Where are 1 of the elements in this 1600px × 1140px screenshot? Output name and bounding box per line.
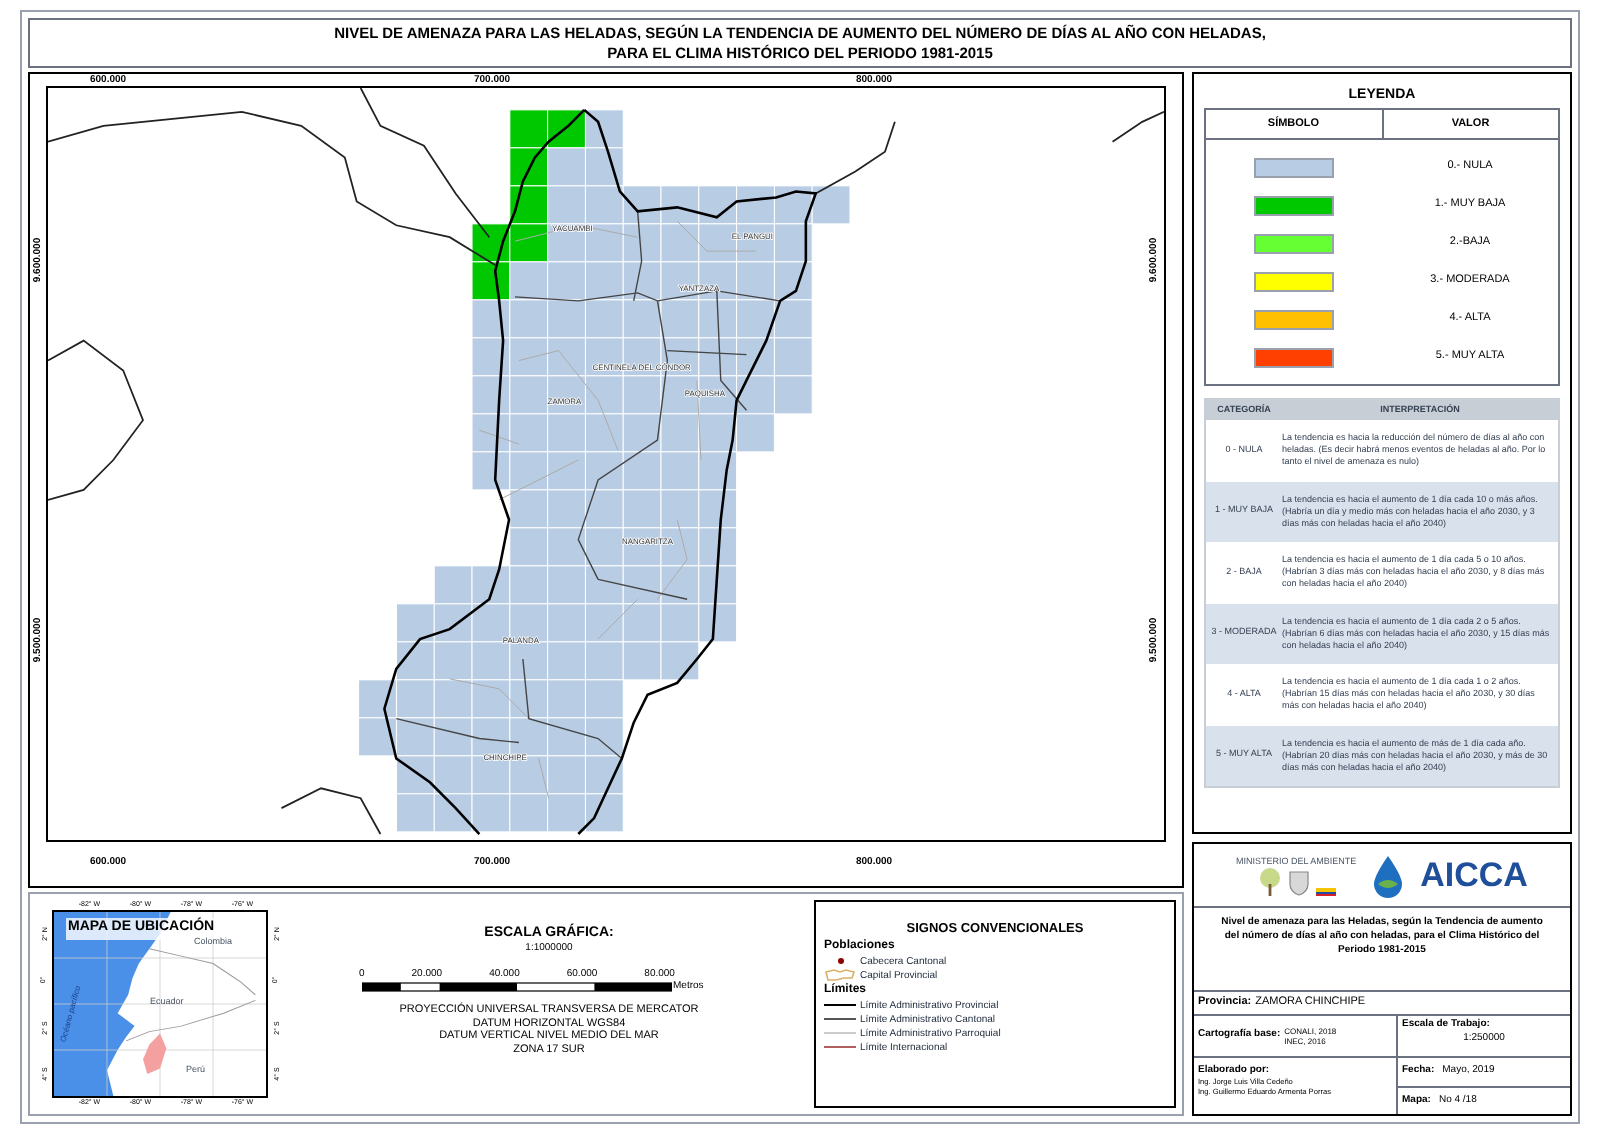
logo-text: AICCA (1420, 857, 1528, 893)
